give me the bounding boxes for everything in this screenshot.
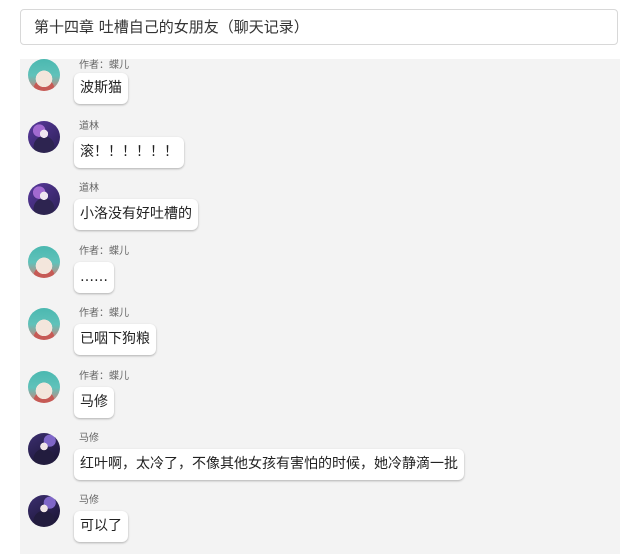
chat-message: 作者：蝶儿 …… — [20, 246, 620, 302]
sender-name: 作者：蝶儿 — [79, 60, 129, 71]
chat-message: 马修 可以了 — [20, 495, 620, 551]
cat-avatar[interactable] — [28, 308, 60, 340]
message-bubble: …… — [74, 262, 114, 293]
chat-log[interactable]: 作者：蝶儿 波斯猫 道林 滚！！！！！！ 道林 小洛没有好吐槽的 作者：蝶儿 …… — [20, 59, 620, 554]
daolin-avatar[interactable] — [28, 183, 60, 215]
cat-avatar[interactable] — [28, 246, 60, 278]
message-bubble: 波斯猫 — [74, 73, 128, 104]
sender-name: 作者：蝶儿 — [79, 308, 129, 319]
sender-name: 马修 — [79, 495, 99, 506]
message-bubble: 小洛没有好吐槽的 — [74, 199, 198, 230]
sender-name: 作者：蝶儿 — [79, 371, 129, 382]
sender-name: 道林 — [79, 183, 99, 194]
maxiu-avatar[interactable] — [28, 495, 60, 527]
chapter-title: 第十四章 吐槽自己的女朋友（聊天记录） — [20, 9, 618, 45]
daolin-avatar[interactable] — [28, 121, 60, 153]
message-bubble: 马修 — [74, 387, 114, 418]
chat-message: 道林 滚！！！！！！ — [20, 121, 620, 177]
cat-avatar[interactable] — [28, 371, 60, 403]
sender-name: 道林 — [79, 121, 99, 132]
chat-message: 马修 红叶啊，太冷了，不像其他女孩有害怕的时候，她冷静滴一批 — [20, 433, 620, 489]
chat-message: 道林 小洛没有好吐槽的 — [20, 183, 620, 239]
message-bubble: 红叶啊，太冷了，不像其他女孩有害怕的时候，她冷静滴一批 — [74, 449, 464, 480]
chat-message: 作者：蝶儿 马修 — [20, 371, 620, 427]
chat-message: 作者：蝶儿 波斯猫 — [20, 59, 620, 115]
chat-message: 作者：蝶儿 已咽下狗粮 — [20, 308, 620, 364]
sender-name: 马修 — [79, 433, 99, 444]
message-bubble: 可以了 — [74, 511, 128, 542]
message-bubble: 滚！！！！！！ — [74, 137, 184, 168]
sender-name: 作者：蝶儿 — [79, 246, 129, 257]
maxiu-avatar[interactable] — [28, 433, 60, 465]
cat-avatar[interactable] — [28, 59, 60, 91]
message-bubble: 已咽下狗粮 — [74, 324, 156, 355]
